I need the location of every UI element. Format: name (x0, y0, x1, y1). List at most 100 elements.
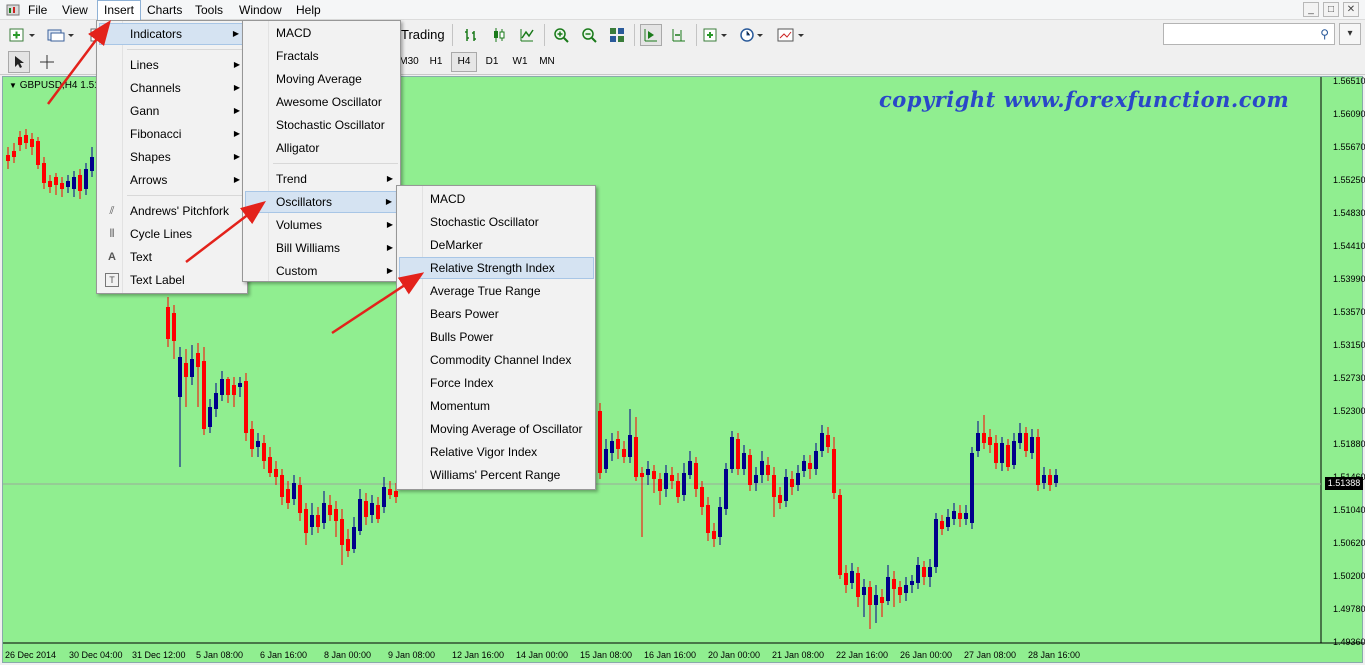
insert-lines-item[interactable]: Lines ▶ (99, 54, 246, 76)
osc-cci-item[interactable]: Commodity Channel Index (399, 349, 594, 371)
indicator-bill-williams-item[interactable]: Bill Williams ▶ (245, 237, 399, 259)
insert-text-label-item[interactable]: T Text Label (99, 269, 246, 291)
osc-williams-item[interactable]: Williams' Percent Range (399, 464, 594, 486)
bear-candle (706, 505, 710, 533)
indicator-alligator-item[interactable]: Alligator (245, 137, 399, 159)
autotrading-label[interactable]: Trading (401, 25, 445, 45)
osc-atr-item[interactable]: Average True Range (399, 280, 594, 302)
bear-candle (958, 513, 962, 519)
menu-charts[interactable]: Charts (141, 0, 188, 20)
indicator-volumes-item[interactable]: Volumes ▶ (245, 214, 399, 236)
price-axis-label: 1.54410 (1333, 241, 1365, 251)
insert-gann-item[interactable]: Gann ▶ (99, 100, 246, 122)
bear-candle (844, 573, 848, 585)
insert-pitchfork-item[interactable]: ⫽ Andrews' Pitchfork (99, 200, 246, 222)
candlestick-icon[interactable] (488, 24, 510, 46)
indicator-awesome-oscillator-item[interactable]: Awesome Oscillator (245, 91, 399, 113)
insert-cycle-lines-item[interactable]: ⦀ Cycle Lines (99, 223, 246, 245)
insert-channels-item[interactable]: Channels ▶ (99, 77, 246, 99)
search-icon[interactable]: ⚲ (1320, 27, 1329, 41)
insert-arrows-item[interactable]: Arrows ▶ (99, 169, 246, 191)
bull-candle (292, 483, 296, 499)
timeframe-h1[interactable]: H1 (423, 52, 449, 72)
close-button[interactable]: ✕ (1343, 2, 1359, 17)
osc-force-index-item[interactable]: Force Index (399, 372, 594, 394)
minimize-button[interactable]: _ (1303, 2, 1319, 17)
osc-demarker-item[interactable]: DeMarker (399, 234, 594, 256)
osc-macd-item[interactable]: MACD (399, 188, 594, 210)
periods-clock-icon[interactable] (738, 24, 768, 46)
osc-bulls-power-label: Bulls Power (430, 330, 494, 344)
osc-momentum-item[interactable]: Momentum (399, 395, 594, 417)
toolbar-options-icon[interactable]: ▾ (1339, 23, 1361, 45)
bull-candle (382, 487, 386, 507)
menu-view[interactable]: View (56, 0, 94, 20)
bear-candle (334, 509, 338, 521)
timeframe-h4[interactable]: H4 (451, 52, 477, 72)
osc-macd-label: MACD (430, 192, 466, 206)
crosshair-icon[interactable] (36, 51, 58, 73)
search-input[interactable]: ⚲ (1163, 23, 1335, 45)
zoom-in-icon[interactable] (550, 24, 572, 46)
bear-candle (1036, 437, 1040, 485)
indicators-submenu: MACD Fractals Moving Average Awesome Osc… (242, 20, 401, 282)
bear-candle (712, 531, 716, 539)
bear-candle (394, 491, 398, 497)
osc-bears-power-item[interactable]: Bears Power (399, 303, 594, 325)
restore-button[interactable]: □ (1323, 2, 1339, 17)
menu-file[interactable]: File (22, 0, 53, 20)
indicator-custom-item[interactable]: Custom ▶ (245, 260, 399, 282)
submenu-arrow-icon: ▶ (385, 197, 392, 206)
menu-window[interactable]: Window (233, 0, 288, 20)
osc-bulls-power-item[interactable]: Bulls Power (399, 326, 594, 348)
insert-channels-label: Channels (130, 81, 181, 95)
current-price-label: 1.51388 (1325, 477, 1363, 490)
menu-help[interactable]: Help (290, 0, 327, 20)
price-axis-label: 1.56510 (1333, 76, 1365, 86)
text-label-icon: T (105, 273, 119, 287)
price-axis-label: 1.54830 (1333, 208, 1365, 218)
text-icon: A (108, 251, 116, 263)
insert-shapes-item[interactable]: Shapes ▶ (99, 146, 246, 168)
tile-windows-icon[interactable] (606, 24, 628, 46)
osc-rsi-item[interactable]: Relative Strength Index (399, 257, 594, 279)
zoom-out-icon[interactable] (578, 24, 600, 46)
menu-tools[interactable]: Tools (189, 0, 229, 20)
osc-osma-item[interactable]: Moving Average of Oscillator (399, 418, 594, 440)
indicator-trend-item[interactable]: Trend ▶ (245, 168, 399, 190)
indicator-custom-label: Custom (276, 264, 318, 278)
insert-fibonacci-item[interactable]: Fibonacci ▶ (99, 123, 246, 145)
bull-candle (322, 503, 326, 523)
indicators-list-icon[interactable] (702, 24, 732, 46)
bear-candle (940, 521, 944, 529)
templates-icon[interactable] (776, 24, 808, 46)
chart-shift-icon[interactable] (640, 24, 662, 46)
bull-candle (850, 571, 854, 583)
price-axis-label: 1.56090 (1333, 109, 1365, 119)
indicator-fractals-item[interactable]: Fractals (245, 45, 399, 67)
menu-insert[interactable]: Insert (97, 0, 142, 20)
indicator-oscillators-item[interactable]: Oscillators ▶ (245, 191, 399, 213)
bull-candle (1030, 437, 1034, 453)
profiles-icon[interactable] (45, 24, 77, 46)
insert-indicators-item[interactable]: Indicators ▶ (99, 23, 246, 45)
osc-stochastic-item[interactable]: Stochastic Oscillator (399, 211, 594, 233)
timeframe-d1[interactable]: D1 (479, 52, 505, 72)
cursor-icon[interactable] (8, 51, 30, 73)
timeframe-w1[interactable]: W1 (507, 52, 533, 72)
indicator-macd-item[interactable]: MACD (245, 22, 399, 44)
bar-chart-icon[interactable] (460, 24, 482, 46)
bear-candle (54, 177, 58, 185)
insert-text-item[interactable]: A Text (99, 246, 246, 268)
auto-scroll-icon[interactable] (668, 24, 690, 46)
bear-candle (60, 183, 64, 189)
new-chart-icon[interactable] (8, 24, 38, 46)
submenu-arrow-icon: ▶ (233, 152, 240, 161)
bear-candle (340, 519, 344, 545)
timeframe-mn[interactable]: MN (534, 52, 560, 72)
line-chart-icon[interactable] (516, 24, 538, 46)
indicator-stochastic-item[interactable]: Stochastic Oscillator (245, 114, 399, 136)
indicator-moving-average-item[interactable]: Moving Average (245, 68, 399, 90)
bear-candle (670, 475, 674, 481)
osc-rvi-item[interactable]: Relative Vigor Index (399, 441, 594, 463)
